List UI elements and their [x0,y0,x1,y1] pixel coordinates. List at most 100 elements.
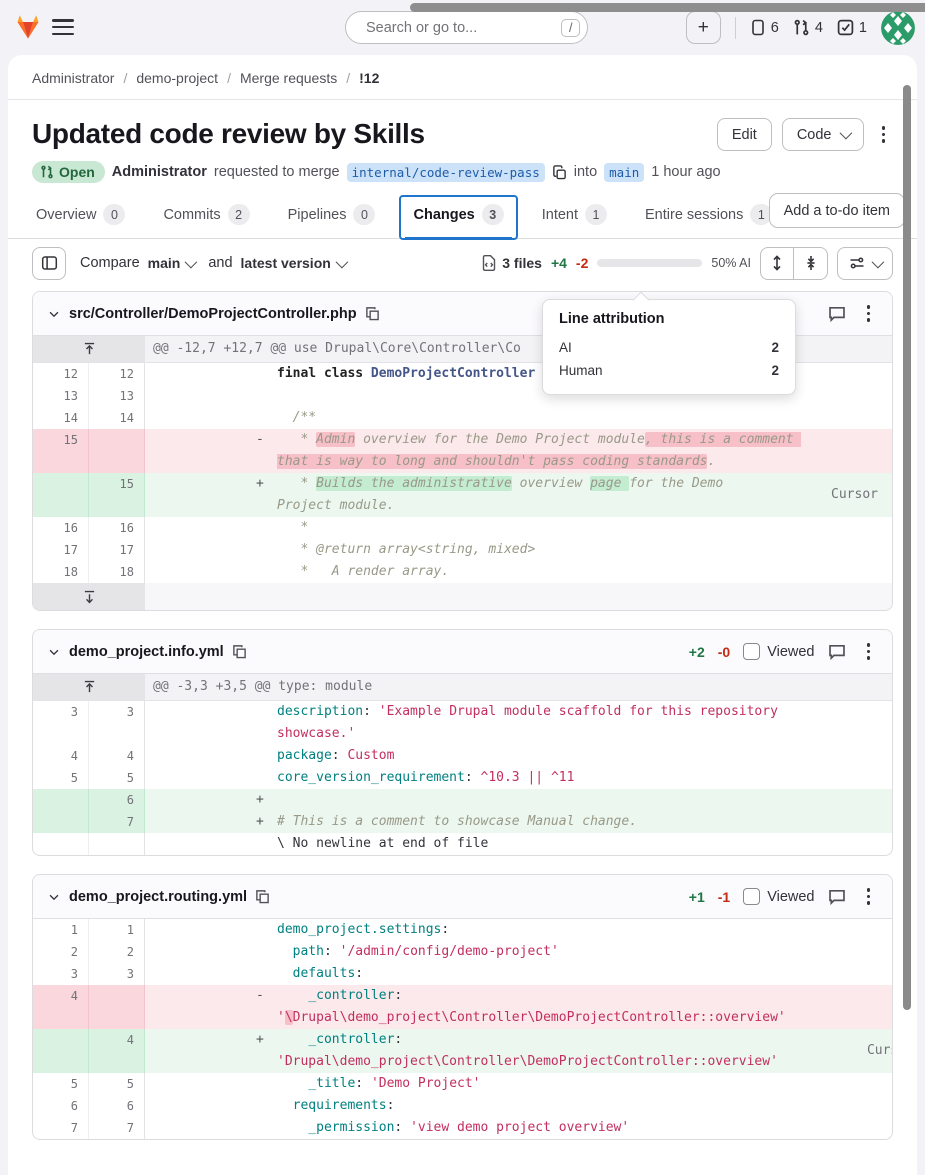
line-number-new[interactable] [89,985,145,1029]
line-number-old[interactable]: 5 [33,1073,89,1095]
gitlab-logo-icon[interactable] [14,13,42,41]
line-number-new[interactable]: 12 [89,363,145,385]
collapse-all-files-button[interactable] [794,247,828,280]
code-segment [277,1032,308,1047]
tab-overview[interactable]: Overview0 [32,195,129,240]
line-number-old[interactable]: 2 [33,941,89,963]
edit-button[interactable]: Edit [717,118,772,151]
line-number-new[interactable]: 5 [89,1073,145,1095]
ai-attribution-bar[interactable] [597,259,702,267]
tab-entire-sessions[interactable]: Entire sessions1 [641,195,776,240]
file-options-kebab[interactable] [859,297,879,330]
line-number-new[interactable]: 6 [89,1095,145,1117]
line-number-old[interactable]: 18 [33,561,89,583]
tab-commits[interactable]: Commits2 [159,195,253,240]
line-number-old[interactable] [33,811,89,833]
viewed-checkbox[interactable] [743,643,760,660]
breadcrumb-item[interactable]: !12 [359,70,379,86]
hunk-header-text: @@ -3,3 +3,5 @@ type: module [145,674,892,700]
user-avatar[interactable] [881,11,915,45]
line-number-old[interactable]: 3 [33,963,89,985]
code-dropdown-button[interactable]: Code [782,118,864,151]
line-number-old[interactable]: 17 [33,539,89,561]
line-number-old[interactable]: 7 [33,1117,89,1139]
merge-requests-counter[interactable]: 4 [793,19,823,36]
line-number-new[interactable]: 18 [89,561,145,583]
horizontal-scrollbar[interactable] [410,3,925,12]
head-version-dropdown[interactable]: latest version [241,255,345,271]
copy-branch-icon[interactable] [552,165,567,180]
file-name[interactable]: demo_project.info.yml [69,644,224,660]
line-number-old[interactable]: 15 [33,429,89,473]
line-number-old[interactable] [33,1029,89,1073]
line-number-new[interactable]: 3 [89,701,145,745]
global-search[interactable]: / [345,11,588,44]
expand-diff-button[interactable] [33,336,145,362]
source-branch-chip[interactable]: internal/code-review-pass [347,163,545,182]
line-number-old[interactable]: 4 [33,745,89,767]
line-number-new[interactable]: 14 [89,407,145,429]
expand-all-files-button[interactable] [760,247,794,280]
breadcrumb-item[interactable]: demo-project [136,70,218,86]
todos-counter[interactable]: 1 [837,19,867,36]
line-number-old[interactable]: 3 [33,701,89,745]
line-number-old[interactable]: 16 [33,517,89,539]
file-comment-button[interactable] [828,643,846,661]
line-number-new[interactable]: 7 [89,811,145,833]
viewed-checkbox[interactable] [743,888,760,905]
viewed-toggle[interactable]: Viewed [743,888,814,905]
hamburger-menu-icon[interactable] [52,17,74,37]
todo-check-icon [837,19,854,36]
file-comment-button[interactable] [828,305,846,323]
line-number-old[interactable]: 5 [33,767,89,789]
file-name[interactable]: demo_project.routing.yml [69,889,247,905]
breadcrumb-item[interactable]: Administrator [32,70,114,86]
file-name[interactable]: src/Controller/DemoProjectController.php [69,306,357,322]
file-options-kebab[interactable] [859,635,879,668]
base-version-dropdown[interactable]: main [148,255,195,271]
line-number-new[interactable] [89,429,145,473]
vertical-scrollbar[interactable] [903,85,911,1010]
line-number-old[interactable]: 12 [33,363,89,385]
tab-pipelines[interactable]: Pipelines0 [284,195,380,240]
code-segment: * [277,476,316,491]
line-number-new[interactable]: 17 [89,539,145,561]
line-number-new[interactable]: 16 [89,517,145,539]
target-branch-chip[interactable]: main [604,163,644,182]
line-number-new[interactable]: 13 [89,385,145,407]
line-number-old[interactable] [33,789,89,811]
more-actions-kebab[interactable] [874,118,894,151]
line-number-new[interactable]: 6 [89,789,145,811]
line-number-old[interactable]: 1 [33,919,89,941]
line-number-old[interactable]: 6 [33,1095,89,1117]
attribution-label: AI [559,340,572,355]
expand-diff-button[interactable] [33,674,145,700]
search-input[interactable] [366,20,553,36]
file-options-kebab[interactable] [859,880,879,913]
line-number-new[interactable]: 5 [89,767,145,789]
line-number-old[interactable]: 13 [33,385,89,407]
create-new-button[interactable]: + [686,11,721,44]
tab-intent[interactable]: Intent1 [538,195,611,240]
toggle-file-browser-button[interactable] [32,247,66,280]
author-name[interactable]: Administrator [112,164,207,180]
add-todo-button[interactable]: Add a to-do item [769,193,905,228]
line-number-new[interactable]: 15 [89,473,145,517]
diff-line-content: * @return array<string, mixed> [145,539,892,561]
line-number-new[interactable]: 3 [89,963,145,985]
viewed-toggle[interactable]: Viewed [743,643,814,660]
line-number-new[interactable]: 4 [89,745,145,767]
diff-settings-dropdown[interactable] [837,247,893,280]
line-number-old[interactable]: 14 [33,407,89,429]
tab-changes[interactable]: Changes3 [399,195,517,240]
line-number-new[interactable]: 1 [89,919,145,941]
line-number-new[interactable]: 2 [89,941,145,963]
issues-counter[interactable]: 6 [750,19,779,36]
file-comment-button[interactable] [828,888,846,906]
line-number-old[interactable]: 4 [33,985,89,1029]
line-number-new[interactable]: 7 [89,1117,145,1139]
breadcrumb-item[interactable]: Merge requests [240,70,337,86]
line-number-old[interactable] [33,473,89,517]
line-number-new[interactable]: 4 [89,1029,145,1073]
expand-diff-button[interactable] [33,583,145,610]
